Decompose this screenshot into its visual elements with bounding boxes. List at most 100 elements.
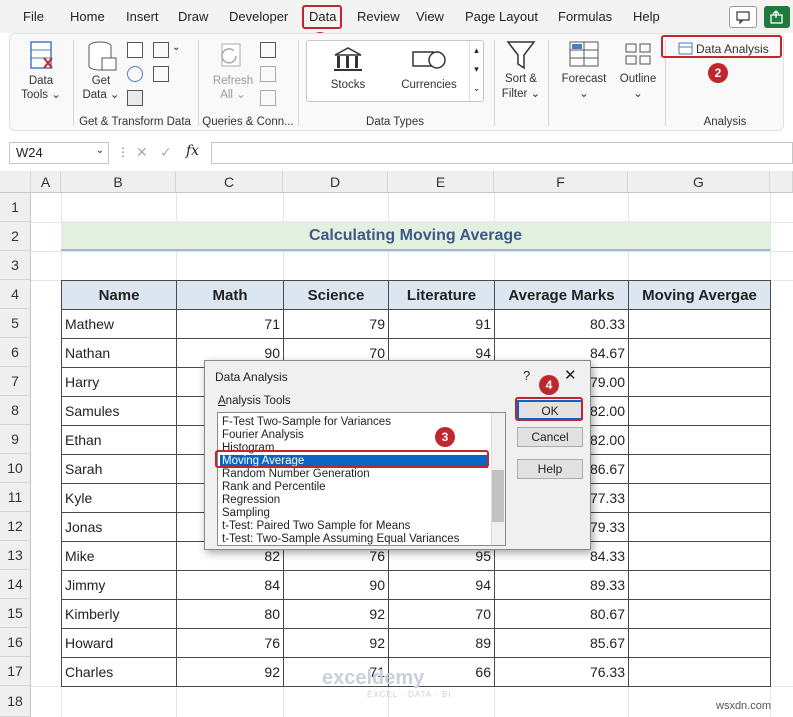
row-header[interactable]: 13 [0,541,31,570]
header-cell[interactable]: Math [176,280,284,310]
existing-connections-icon[interactable] [153,66,169,82]
value-cell[interactable] [628,512,771,542]
row-header[interactable]: 12 [0,512,31,541]
list-item[interactable]: Rank and Percentile [222,481,326,494]
column-header[interactable]: B [61,171,176,193]
value-cell[interactable]: 92 [176,657,284,687]
help-icon[interactable]: ? [523,368,530,383]
row-header[interactable]: 4 [0,280,31,309]
name-cell[interactable]: Jonas [61,512,177,542]
queries-connections-icon[interactable] [260,42,276,58]
tab-help[interactable]: Help [633,9,660,24]
list-item[interactable]: Fourier Analysis [222,429,304,442]
row-header[interactable]: 7 [0,367,31,396]
name-cell[interactable]: Kyle [61,483,177,513]
value-cell[interactable]: 80.67 [494,599,629,629]
name-cell[interactable]: Sarah [61,454,177,484]
header-cell[interactable]: Name [61,280,177,310]
value-cell[interactable]: 85.67 [494,628,629,658]
column-header[interactable]: D [283,171,388,193]
header-cell[interactable]: Literature [388,280,495,310]
value-cell[interactable] [628,628,771,658]
value-cell[interactable]: 89.33 [494,570,629,600]
tab-developer[interactable]: Developer [229,9,288,24]
from-table-icon[interactable] [127,90,143,106]
from-text-icon[interactable] [127,42,143,58]
row-header[interactable]: 2 [0,222,31,251]
header-cell[interactable]: Moving Avergae [628,280,771,310]
row-header[interactable]: 16 [0,628,31,657]
value-cell[interactable]: 84 [176,570,284,600]
column-header[interactable]: F [494,171,628,193]
list-item[interactable]: Regression [222,494,280,507]
value-cell[interactable] [628,483,771,513]
stocks-button[interactable]: Stocks [313,45,383,99]
value-cell[interactable] [628,425,771,455]
list-scrollbar[interactable] [491,413,505,545]
tab-home[interactable]: Home [70,9,105,24]
list-item[interactable]: Sampling [222,507,270,520]
value-cell[interactable]: 90 [283,570,389,600]
select-all-corner[interactable] [0,171,31,193]
chevron-down-icon[interactable]: ⌄ [96,145,104,156]
value-cell[interactable]: 70 [388,599,495,629]
row-header[interactable]: 5 [0,309,31,338]
value-cell[interactable] [628,541,771,571]
forecast-button[interactable]: Forecast ⌄ [552,38,616,108]
from-web-icon[interactable] [127,66,143,82]
analysis-tools-list[interactable]: F-Test Two-Sample for Variances Fourier … [217,412,506,546]
tab-file[interactable]: File [23,9,44,24]
value-cell[interactable]: 80.33 [494,309,629,339]
tab-review[interactable]: Review [357,9,400,24]
tab-draw[interactable]: Draw [178,9,208,24]
edit-links-icon[interactable] [260,90,276,106]
column-header[interactable]: C [176,171,283,193]
column-header[interactable]: A [31,171,61,193]
outline-button[interactable]: Outline ⌄ [612,38,664,108]
name-cell[interactable]: Samules [61,396,177,426]
value-cell[interactable]: 80 [176,599,284,629]
value-cell[interactable]: 76 [176,628,284,658]
row-header[interactable]: 11 [0,483,31,512]
recent-sources-icon[interactable] [153,42,169,58]
chevron-down-icon[interactable]: ⌄ [172,42,180,53]
get-data-button[interactable]: Get Data ⌄ [80,38,122,108]
row-header[interactable]: 8 [0,396,31,425]
name-cell[interactable]: Mike [61,541,177,571]
list-item[interactable]: Random Number Generation [222,468,370,481]
value-cell[interactable]: 76.33 [494,657,629,687]
properties-icon[interactable] [260,66,276,82]
name-cell[interactable]: Jimmy [61,570,177,600]
value-cell[interactable]: 92 [283,628,389,658]
formula-input[interactable] [211,142,793,164]
confirm-entry-icon[interactable]: ✓ [160,144,172,161]
cancel-button[interactable]: Cancel [517,427,583,447]
row-header[interactable]: 3 [0,251,31,280]
name-cell[interactable]: Howard [61,628,177,658]
value-cell[interactable]: 92 [283,599,389,629]
row-header[interactable]: 17 [0,657,31,686]
cancel-entry-icon[interactable]: ✕ [136,144,148,161]
data-tools-button[interactable]: Data Tools ⌄ [18,38,64,108]
insert-function-icon[interactable]: fx [186,143,199,159]
value-cell[interactable]: 94 [388,570,495,600]
column-header[interactable]: E [388,171,494,193]
row-header[interactable]: 9 [0,425,31,454]
comments-button[interactable] [729,6,757,28]
list-item[interactable]: F-Test Two-Sample for Variances [222,416,391,429]
value-cell[interactable] [628,367,771,397]
name-cell[interactable]: Charles [61,657,177,687]
value-cell[interactable]: 89 [388,628,495,658]
row-header[interactable]: 15 [0,599,31,628]
tab-formulas[interactable]: Formulas [558,9,612,24]
refresh-all-button[interactable]: Refresh All ⌄ [208,38,258,108]
currencies-button[interactable]: Currencies [393,45,465,99]
tab-insert[interactable]: Insert [126,9,159,24]
name-box[interactable]: W24 ⌄ [9,142,109,164]
value-cell[interactable]: 71 [176,309,284,339]
name-cell[interactable]: Ethan [61,425,177,455]
header-cell[interactable]: Average Marks [494,280,629,310]
value-cell[interactable] [628,454,771,484]
row-header[interactable]: 1 [0,193,31,222]
row-header[interactable]: 6 [0,338,31,367]
